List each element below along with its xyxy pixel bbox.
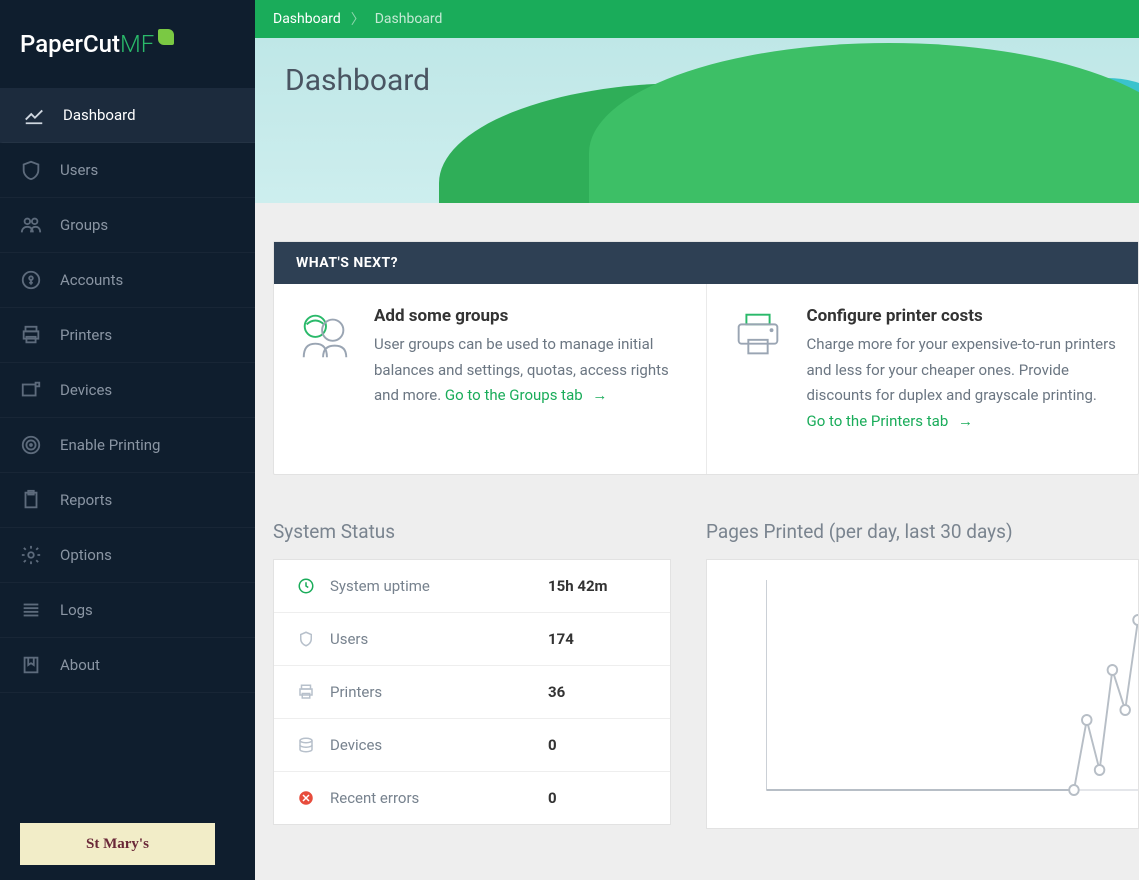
sidebar-item-label: Dashboard: [63, 106, 136, 124]
sidebar-item-printers[interactable]: Printers: [0, 308, 255, 363]
people-icon: [20, 214, 42, 236]
status-row-devices: Devices 0: [274, 719, 670, 772]
sidebar-item-dashboard[interactable]: Dashboard: [0, 88, 255, 143]
whats-next-heading: WHAT'S NEXT?: [274, 242, 1138, 284]
printer-illustration-icon: [729, 306, 787, 364]
sidebar-item-logs[interactable]: Logs: [0, 583, 255, 638]
sidebar-item-label: Groups: [60, 216, 108, 234]
shield-icon: [296, 629, 316, 649]
groups-illustration-icon: [296, 306, 354, 364]
banner-decoration: [589, 43, 1139, 203]
printer-icon: [20, 324, 42, 346]
whats-next-card-printers: Configure printer costs Charge more for …: [707, 284, 1139, 474]
status-label: System uptime: [330, 577, 548, 595]
breadcrumb-item[interactable]: Dashboard: [273, 11, 341, 27]
card-text: User groups can be used to manage initia…: [374, 332, 684, 409]
sidebar: PaperCutMF Dashboard Users Groups Acco: [0, 0, 255, 880]
sidebar-item-label: Options: [60, 546, 112, 564]
banner: Dashboard: [255, 38, 1139, 203]
sidebar-item-label: Printers: [60, 326, 112, 344]
arrow-right-icon: →: [592, 386, 607, 404]
printer-icon: [296, 682, 316, 702]
gear-icon: [20, 544, 42, 566]
pages-printed-chart: [706, 559, 1139, 829]
arrow-right-icon: →: [958, 412, 973, 430]
key-icon: [20, 269, 42, 291]
main-content: Dashboard 〉 Dashboard Dashboard WHAT'S N…: [255, 0, 1139, 880]
status-row-uptime: System uptime 15h 42m: [274, 560, 670, 613]
error-icon: [296, 788, 316, 808]
sidebar-item-enable-printing[interactable]: Enable Printing: [0, 418, 255, 473]
logo-text: PaperCut: [20, 30, 120, 58]
pages-printed-heading: Pages Printed (per day, last 30 days): [706, 520, 1139, 543]
content-area: WHAT'S NEXT? Add some groups: [255, 203, 1139, 880]
status-value: 174: [548, 630, 648, 648]
status-label: Devices: [330, 736, 548, 754]
pages-printed-section: Pages Printed (per day, last 30 days): [706, 520, 1139, 829]
breadcrumb: Dashboard 〉 Dashboard: [255, 0, 1139, 38]
line-chart: [757, 580, 1138, 800]
sidebar-item-groups[interactable]: Groups: [0, 198, 255, 253]
status-value: 0: [548, 789, 648, 807]
chevron-right-icon: 〉: [351, 9, 365, 29]
sidebar-item-label: Reports: [60, 491, 112, 509]
sidebar-item-options[interactable]: Options: [0, 528, 255, 583]
org-badge-text: St Mary's: [86, 836, 149, 853]
sidebar-item-label: Users: [60, 161, 98, 179]
breadcrumb-item: Dashboard: [375, 11, 443, 27]
leaf-icon: [158, 29, 174, 45]
list-icon: [20, 599, 42, 621]
target-icon: [20, 434, 42, 456]
device-icon: [20, 379, 42, 401]
status-value: 36: [548, 683, 648, 701]
card-title: Add some groups: [374, 306, 684, 326]
system-status-panel: System uptime 15h 42m Users 174: [273, 559, 671, 825]
sidebar-item-label: Enable Printing: [60, 436, 160, 454]
sidebar-item-about[interactable]: About: [0, 638, 255, 693]
org-badge: St Mary's: [20, 823, 215, 865]
shield-icon: [20, 159, 42, 181]
sidebar-nav: Dashboard Users Groups Accounts Printers: [0, 88, 255, 693]
whats-next-panel: WHAT'S NEXT? Add some groups: [273, 241, 1139, 475]
status-row-printers: Printers 36: [274, 666, 670, 719]
clipboard-icon: [20, 489, 42, 511]
sidebar-item-reports[interactable]: Reports: [0, 473, 255, 528]
sidebar-item-label: Devices: [60, 381, 112, 399]
card-text: Charge more for your expensive-to-run pr…: [807, 332, 1117, 434]
sidebar-item-devices[interactable]: Devices: [0, 363, 255, 418]
sidebar-item-label: Accounts: [60, 271, 123, 289]
status-row-users: Users 174: [274, 613, 670, 666]
groups-tab-link[interactable]: Go to the Groups tab →: [445, 386, 607, 404]
status-value: 0: [548, 736, 648, 754]
status-label: Printers: [330, 683, 548, 701]
system-status-heading: System Status: [273, 520, 671, 543]
printers-tab-link[interactable]: Go to the Printers tab →: [807, 412, 973, 430]
app-logo: PaperCutMF: [0, 0, 255, 88]
logo-suffix: MF: [120, 30, 154, 58]
whats-next-card-groups: Add some groups User groups can be used …: [274, 284, 707, 474]
status-row-errors: Recent errors 0: [274, 772, 670, 824]
sidebar-item-label: About: [60, 656, 100, 674]
status-label: Users: [330, 630, 548, 648]
bookmark-icon: [20, 654, 42, 676]
sidebar-item-accounts[interactable]: Accounts: [0, 253, 255, 308]
card-title: Configure printer costs: [807, 306, 1117, 326]
page-title: Dashboard: [285, 63, 430, 98]
chart-line-icon: [23, 104, 45, 126]
clock-icon: [296, 576, 316, 596]
status-value: 15h 42m: [548, 577, 648, 595]
sidebar-item-users[interactable]: Users: [0, 143, 255, 198]
status-label: Recent errors: [330, 789, 548, 807]
database-icon: [296, 735, 316, 755]
sidebar-item-label: Logs: [60, 601, 93, 619]
system-status-section: System Status System uptime 15h 42m User: [273, 520, 671, 829]
